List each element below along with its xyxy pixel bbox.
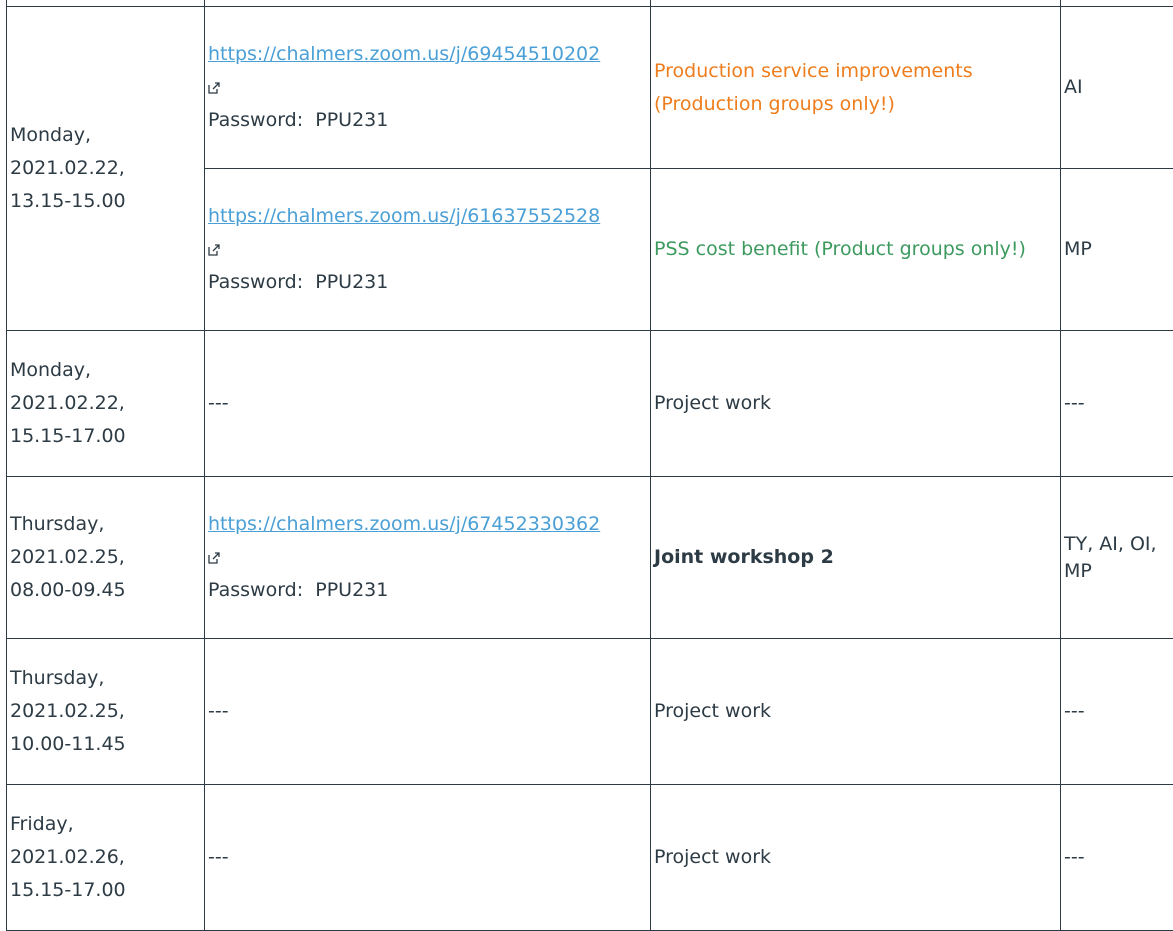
password-label: Password: xyxy=(208,109,303,131)
zoom-link[interactable]: https://chalmers.zoom.us/j/61637552528 xyxy=(208,200,650,233)
external-link-icon[interactable] xyxy=(208,233,650,266)
link-cell: https://chalmers.zoom.us/j/69454510202 P… xyxy=(205,7,651,169)
date-cell: Monday, 2021.02.22, 15.15-17.00 xyxy=(7,331,205,477)
topic-line: Production service improvements xyxy=(654,55,1060,88)
lead-cell: --- xyxy=(1061,331,1173,477)
date-day: Monday, xyxy=(10,119,204,152)
date-day: Friday, xyxy=(10,808,204,841)
date-cell: Friday, 2021.02.26, 15.15-17.00 xyxy=(7,785,205,931)
lead-line: TY, AI, OI, xyxy=(1064,531,1173,558)
date-day: Thursday, xyxy=(10,662,204,695)
link-cell: https://chalmers.zoom.us/j/61637552528 P… xyxy=(205,169,651,331)
date-cell: Thursday, 2021.02.25, 08.00-09.45 xyxy=(7,477,205,639)
date-value: 2021.02.22, xyxy=(10,152,204,185)
password-label: Password: xyxy=(208,271,303,293)
link-cell: --- xyxy=(205,785,651,931)
date-cell: Monday, 2021.02.22, 13.15-15.00 xyxy=(7,7,205,331)
lead-line: MP xyxy=(1064,558,1173,585)
date-value: 2021.02.26, xyxy=(10,841,204,874)
schedule-table: Monday, 2021.02.22, 13.15-15.00 https://… xyxy=(6,0,1173,931)
table-row: Thursday, 2021.02.25, 08.00-09.45 https:… xyxy=(7,477,1173,639)
time-range: 08.00-09.45 xyxy=(10,574,204,607)
password-line: Password: PPU231 xyxy=(208,104,650,137)
zoom-link[interactable]: https://chalmers.zoom.us/j/69454510202 xyxy=(208,38,650,71)
topic-cell: Joint workshop 2 xyxy=(651,477,1061,639)
topic-cell: Project work xyxy=(651,331,1061,477)
lead-cell: TY, AI, OI, MP xyxy=(1061,477,1173,639)
lead-cell: --- xyxy=(1061,639,1173,785)
date-value: 2021.02.22, xyxy=(10,387,204,420)
date-day: Monday, xyxy=(10,354,204,387)
date-day: Thursday, xyxy=(10,508,204,541)
password-label: Password: xyxy=(208,579,303,601)
link-cell: --- xyxy=(205,331,651,477)
table-row: Thursday, 2021.02.25, 10.00-11.45 --- Pr… xyxy=(7,639,1173,785)
topic-line: (Production groups only!) xyxy=(654,88,1060,121)
time-range: 15.15-17.00 xyxy=(10,420,204,453)
date-cell: Thursday, 2021.02.25, 10.00-11.45 xyxy=(7,639,205,785)
link-cell: --- xyxy=(205,639,651,785)
table-row: Monday, 2021.02.22, 15.15-17.00 --- Proj… xyxy=(7,331,1173,477)
topic-cell: Project work xyxy=(651,639,1061,785)
password-value: PPU231 xyxy=(315,109,388,131)
table-row: Friday, 2021.02.26, 15.15-17.00 --- Proj… xyxy=(7,785,1173,931)
lead-cell: --- xyxy=(1061,785,1173,931)
external-link-icon[interactable] xyxy=(208,541,650,574)
topic-line: PSS cost benefit (Product groups only!) xyxy=(654,238,1026,260)
date-value: 2021.02.25, xyxy=(10,695,204,728)
topic-cell: PSS cost benefit (Product groups only!) xyxy=(651,169,1061,331)
external-link-icon[interactable] xyxy=(208,71,650,104)
time-range: 13.15-15.00 xyxy=(10,185,204,218)
password-line: Password: PPU231 xyxy=(208,574,650,607)
topic-cell: Production service improvements (Product… xyxy=(651,7,1061,169)
date-value: 2021.02.25, xyxy=(10,541,204,574)
lead-cell: AI xyxy=(1061,7,1173,169)
password-line: Password: PPU231 xyxy=(208,266,650,299)
topic-cell: Project work xyxy=(651,785,1061,931)
password-value: PPU231 xyxy=(315,579,388,601)
link-cell: https://chalmers.zoom.us/j/67452330362 P… xyxy=(205,477,651,639)
password-value: PPU231 xyxy=(315,271,388,293)
zoom-link[interactable]: https://chalmers.zoom.us/j/67452330362 xyxy=(208,508,650,541)
lead-cell: MP xyxy=(1061,169,1173,331)
time-range: 15.15-17.00 xyxy=(10,874,204,907)
time-range: 10.00-11.45 xyxy=(10,728,204,761)
table-row: Monday, 2021.02.22, 13.15-15.00 https://… xyxy=(7,7,1173,169)
